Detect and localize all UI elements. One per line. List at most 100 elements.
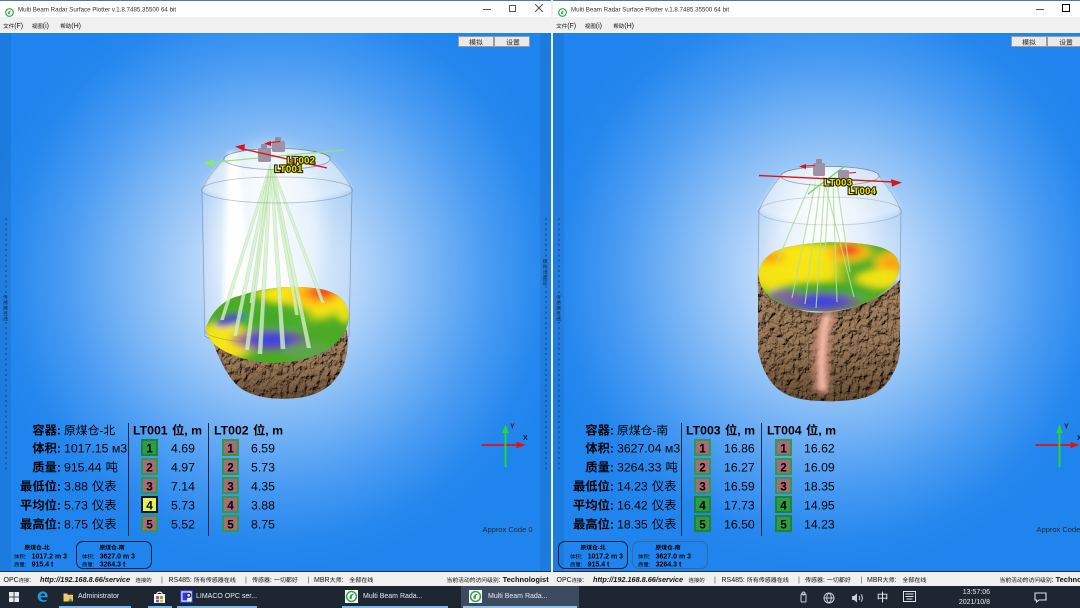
svg-text:3264.3 t: 3264.3 t — [100, 562, 126, 569]
svg-text:17.73: 17.73 — [724, 499, 755, 513]
svg-text:2: 2 — [780, 461, 787, 475]
svg-text::: : — [342, 577, 344, 584]
svg-text:5.52: 5.52 — [171, 518, 195, 532]
svg-text:3627.04 м3: 3627.04 м3 — [617, 442, 680, 456]
svg-text::: : — [610, 499, 614, 513]
svg-text::: : — [270, 577, 272, 584]
svg-text:16.59: 16.59 — [724, 480, 755, 494]
svg-text:3264.3 t: 3264.3 t — [656, 562, 682, 569]
svg-text:5.73: 5.73 — [171, 499, 195, 513]
svg-text:915.44: 915.44 — [64, 461, 102, 475]
svg-text:5: 5 — [699, 518, 706, 532]
svg-text:3: 3 — [146, 480, 153, 494]
svg-text:6.59: 6.59 — [251, 442, 275, 456]
svg-text:14.95: 14.95 — [804, 499, 835, 513]
svg-text::: : — [582, 577, 584, 584]
svg-text:-: - — [99, 424, 103, 438]
svg-text:OPC: OPC — [4, 577, 19, 584]
svg-text:1017.2 m 3: 1017.2 m 3 — [588, 554, 624, 561]
svg-text:1: 1 — [227, 442, 234, 456]
svg-text:2: 2 — [699, 461, 706, 475]
svg-text::: : — [649, 554, 651, 561]
svg-text:LT003: LT003 — [686, 424, 721, 438]
svg-text:(H): (H) — [624, 23, 634, 30]
svg-text:5: 5 — [227, 518, 234, 532]
svg-text:3.88: 3.88 — [64, 480, 88, 494]
svg-text:16.09: 16.09 — [804, 461, 835, 475]
svg-text::: : — [581, 554, 583, 561]
svg-text:14.23: 14.23 — [617, 480, 648, 494]
svg-text:915.4 t: 915.4 t — [588, 562, 610, 569]
svg-text:Multi Beam Radar Surface Plott: Multi Beam Radar Surface Plotter v.1.8.7… — [571, 7, 729, 14]
svg-text:(F): (F) — [567, 23, 576, 30]
svg-text:|: | — [861, 575, 863, 584]
svg-text::: : — [823, 577, 825, 584]
svg-text::: : — [93, 562, 95, 569]
svg-text::: : — [581, 562, 583, 569]
svg-text:RS485:: RS485: — [169, 577, 192, 584]
svg-text:3: 3 — [699, 480, 706, 494]
svg-text::: : — [649, 562, 651, 569]
svg-text:|: | — [714, 575, 716, 584]
svg-text:4.35: 4.35 — [251, 480, 275, 494]
svg-text:, m: , m — [265, 424, 283, 438]
svg-text:Technologist: Technologist — [503, 575, 550, 584]
svg-text:1: 1 — [146, 442, 153, 456]
svg-text:(H): (H) — [71, 23, 81, 30]
svg-text:Y: Y — [510, 424, 515, 431]
svg-text::: : — [57, 442, 61, 456]
svg-text:16.62: 16.62 — [804, 442, 835, 456]
svg-text:MBR: MBR — [867, 577, 883, 584]
svg-text:5: 5 — [146, 518, 153, 532]
svg-text:16.42: 16.42 — [617, 499, 648, 513]
svg-text:-: - — [652, 424, 656, 438]
svg-text:1017.15 м3: 1017.15 м3 — [64, 442, 127, 456]
svg-text:14.23: 14.23 — [804, 518, 835, 532]
svg-text:4: 4 — [699, 499, 706, 513]
svg-text::: : — [610, 424, 614, 438]
svg-text::: : — [610, 518, 614, 532]
svg-text:-: - — [673, 546, 675, 552]
svg-text:915.4 t: 915.4 t — [32, 562, 54, 569]
svg-text:(i): (i) — [596, 23, 602, 30]
svg-text:18.35: 18.35 — [617, 518, 648, 532]
svg-text:1: 1 — [699, 442, 706, 456]
svg-text:3627.0 m 3: 3627.0 m 3 — [100, 554, 136, 561]
svg-text:7.14: 7.14 — [171, 480, 195, 494]
svg-text:4: 4 — [146, 499, 153, 513]
svg-text:Y: Y — [1064, 424, 1069, 431]
svg-text:-: - — [117, 546, 119, 552]
svg-text:http://192.168.8.66/service: http://192.168.8.66/service — [40, 575, 130, 584]
svg-text::: : — [895, 577, 897, 584]
svg-text::: : — [25, 554, 27, 561]
svg-text:16.86: 16.86 — [724, 442, 755, 456]
svg-text:LT001: LT001 — [275, 164, 304, 175]
svg-text:8.75: 8.75 — [64, 518, 88, 532]
svg-text:16.27: 16.27 — [724, 461, 755, 475]
svg-text:OPC: OPC — [557, 577, 572, 584]
svg-text::: : — [93, 554, 95, 561]
svg-text:3.88: 3.88 — [251, 499, 275, 513]
svg-text::: : — [57, 461, 61, 475]
svg-text:4.97: 4.97 — [171, 461, 195, 475]
svg-text:LT001: LT001 — [133, 424, 168, 438]
svg-text:http://192.168.8.66/service: http://192.168.8.66/service — [593, 575, 683, 584]
svg-text:Approx Code 0: Approx Code 0 — [483, 525, 533, 534]
svg-text:(F): (F) — [14, 23, 23, 30]
svg-text:-: - — [42, 546, 44, 552]
svg-text:LT004: LT004 — [848, 186, 877, 197]
svg-text:4: 4 — [780, 499, 787, 513]
svg-text:|: | — [798, 575, 800, 584]
svg-text:4: 4 — [227, 499, 234, 513]
svg-text::: : — [610, 480, 614, 494]
svg-text:2: 2 — [146, 461, 153, 475]
svg-text:16.50: 16.50 — [724, 518, 755, 532]
svg-text:3627.0 m 3: 3627.0 m 3 — [656, 554, 692, 561]
svg-text:8.75: 8.75 — [251, 518, 275, 532]
svg-text:|: | — [308, 575, 310, 584]
svg-text::: : — [25, 562, 27, 569]
svg-text:1017.2 m 3: 1017.2 m 3 — [32, 554, 68, 561]
svg-text:1: 1 — [780, 442, 787, 456]
svg-text:LT002: LT002 — [214, 424, 249, 438]
svg-text:|: | — [245, 575, 247, 584]
